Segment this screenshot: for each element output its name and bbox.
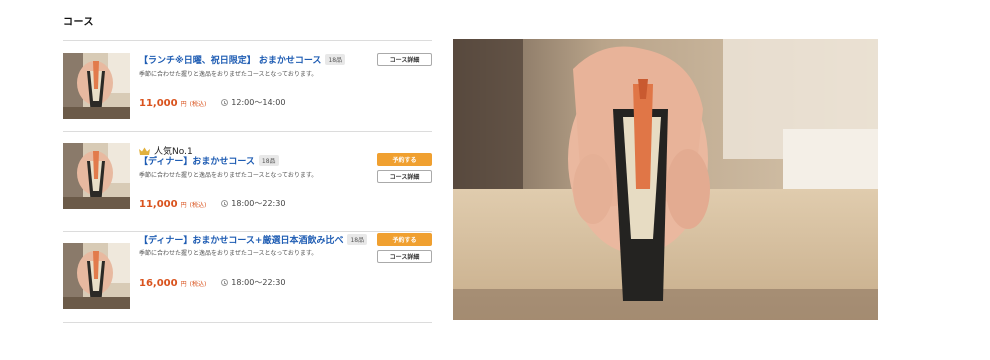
course-title[interactable]: 【ディナー】おまかせコース <box>139 154 255 167</box>
clock-icon <box>221 279 229 286</box>
course-tax: (税込) <box>189 202 207 209</box>
course-item: 【ディナー】おまかせコース+厳選日本酒飲み比べ 18品 季節に合わせた握りと逸品… <box>63 231 432 323</box>
course-price: 11,000 <box>139 199 178 210</box>
course-price: 11,000 <box>139 98 178 109</box>
course-time: 18:00〜22:30 <box>221 277 285 288</box>
course-price-unit: 円 <box>180 281 187 288</box>
course-tax: (税込) <box>189 101 207 108</box>
course-info: 人気No.1 【ディナー】おまかせコース 18品 季節に合わせた握りと逸品をおり… <box>139 132 432 231</box>
course-detail-button[interactable]: コース詳細 <box>377 250 432 263</box>
course-time-text: 18:00〜22:30 <box>231 278 286 287</box>
course-title-line: 【ランチ※日曜、祝日限定】 おまかせコース 18品 <box>139 53 368 66</box>
clock-icon <box>221 99 229 106</box>
course-info: 【ランチ※日曜、祝日限定】 おまかせコース 18品 季節に合わせた握りと逸品をお… <box>139 41 432 131</box>
course-price-line: 11,000 円 (税込) 12:00〜14:00 <box>139 97 285 109</box>
course-info: 【ディナー】おまかせコース+厳選日本酒飲み比べ 18品 季節に合わせた握りと逸品… <box>139 232 432 322</box>
course-time: 18:00〜22:30 <box>221 198 285 209</box>
course-count-tag: 18品 <box>347 234 368 245</box>
course-item: 【ランチ※日曜、祝日限定】 おまかせコース 18品 季節に合わせた握りと逸品をお… <box>63 40 432 131</box>
reserve-button[interactable]: 予約する <box>377 233 432 246</box>
course-description: 季節に合わせた握りと逸品をおりまぜたコースとなっております。 <box>139 71 318 78</box>
course-time-text: 18:00〜22:30 <box>231 199 286 208</box>
course-title-line: 【ディナー】おまかせコース 18品 <box>139 154 368 167</box>
course-price-line: 16,000 円 (税込) 18:00〜22:30 <box>139 277 285 289</box>
section-title: コース <box>63 17 94 28</box>
hero-image <box>453 39 878 320</box>
course-thumbnail[interactable] <box>63 143 130 209</box>
course-title-line: 【ディナー】おまかせコース+厳選日本酒飲み比べ 18品 <box>139 233 368 246</box>
course-thumbnail[interactable] <box>63 243 130 309</box>
course-title[interactable]: 【ランチ※日曜、祝日限定】 おまかせコース <box>139 53 321 66</box>
course-detail-button[interactable]: コース詳細 <box>377 53 432 66</box>
course-time: 12:00〜14:00 <box>221 97 285 108</box>
course-description: 季節に合わせた握りと逸品をおりまぜたコースとなっております。 <box>139 172 318 179</box>
course-time-text: 12:00〜14:00 <box>231 98 286 107</box>
reserve-button[interactable]: 予約する <box>377 153 432 166</box>
course-thumbnail[interactable] <box>63 53 130 119</box>
course-count-tag: 18品 <box>258 155 279 166</box>
course-title[interactable]: 【ディナー】おまかせコース+厳選日本酒飲み比べ <box>139 233 343 246</box>
course-price-line: 11,000 円 (税込) 18:00〜22:30 <box>139 198 285 210</box>
course-price-unit: 円 <box>180 101 187 108</box>
clock-icon <box>221 200 229 207</box>
course-count-tag: 18品 <box>325 54 346 65</box>
course-tax: (税込) <box>189 281 207 288</box>
course-price-unit: 円 <box>180 202 187 209</box>
course-item: 人気No.1 【ディナー】おまかせコース 18品 季節に合わせた握りと逸品をおり… <box>63 131 432 231</box>
course-detail-button[interactable]: コース詳細 <box>377 170 432 183</box>
course-price: 16,000 <box>139 278 178 289</box>
course-description: 季節に合わせた握りと逸品をおりまぜたコースとなっております。 <box>139 250 318 257</box>
course-list: 【ランチ※日曜、祝日限定】 おまかせコース 18品 季節に合わせた握りと逸品をお… <box>63 40 432 323</box>
